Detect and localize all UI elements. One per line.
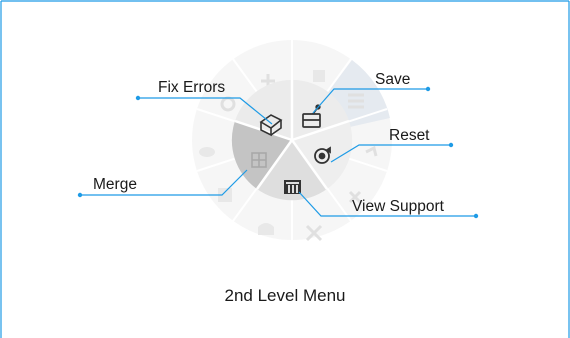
reset-label: Reset [389,127,430,144]
view-support-icon [284,180,301,194]
save-label: Save [375,71,411,88]
merge-label: Merge [93,176,137,193]
eye-icon [199,147,215,157]
fix-errors-label: Fix Errors [158,79,226,96]
view-support-label: View Support [352,198,444,215]
resize-icon [313,70,325,82]
figure-caption: 2nd Level Menu [224,286,346,305]
